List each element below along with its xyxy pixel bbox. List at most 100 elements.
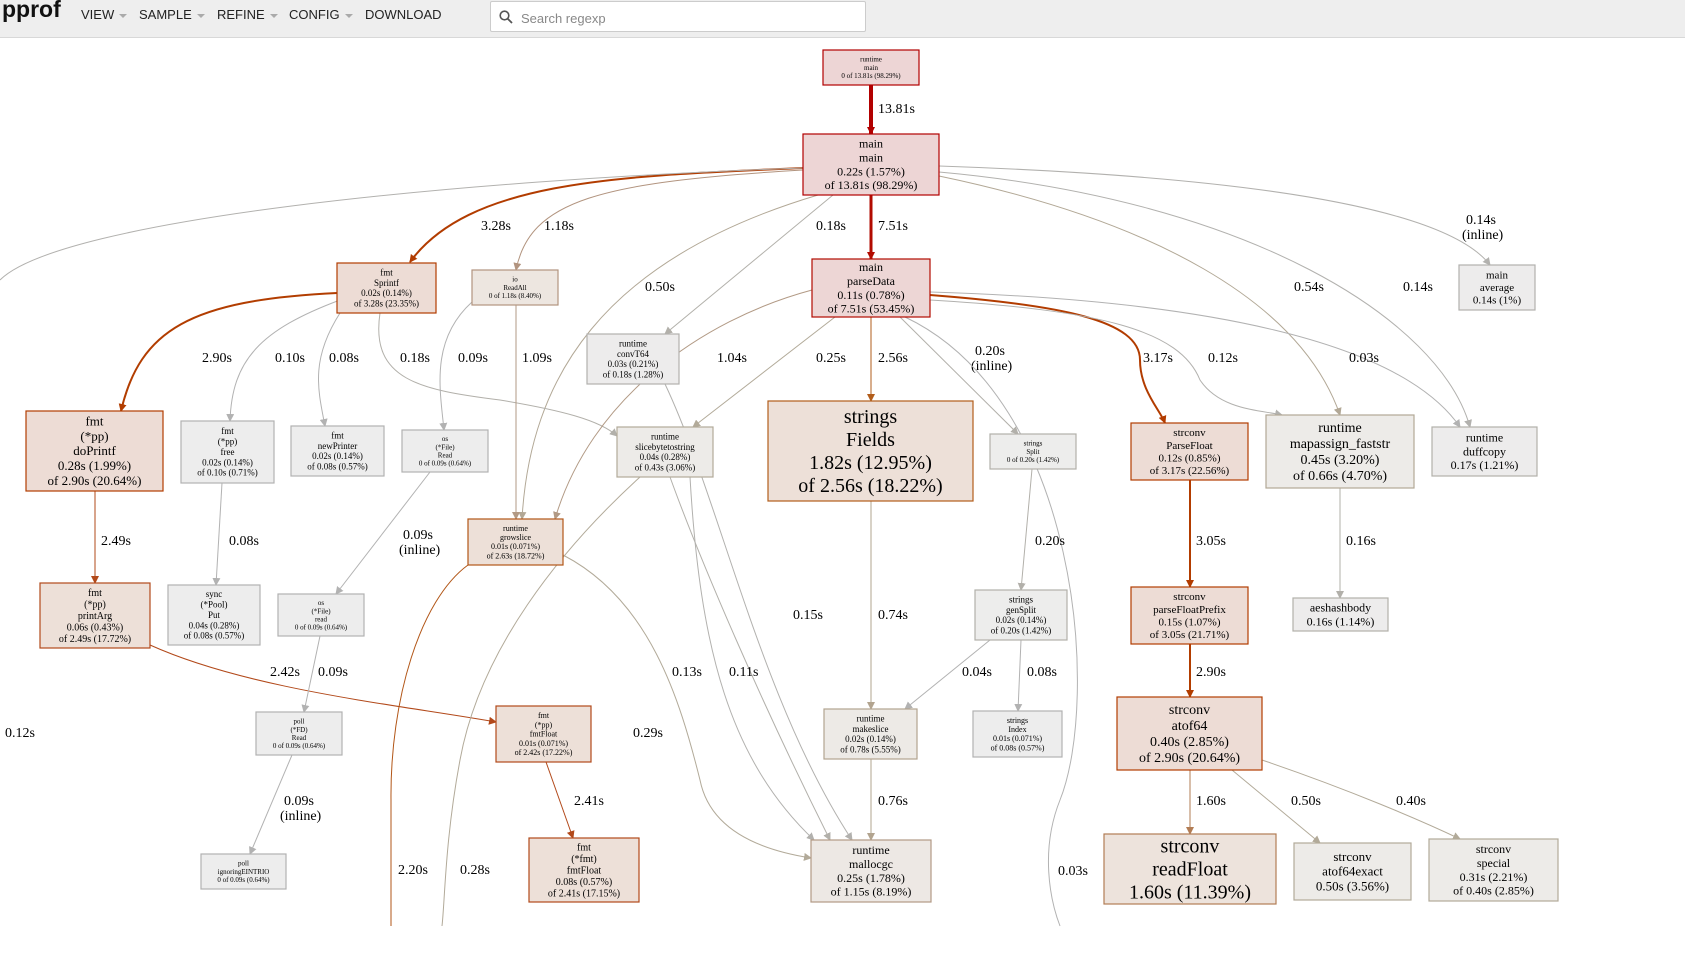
node-label: of 3.28s (23.35%) — [354, 298, 419, 308]
edge-parsedata-fields[interactable]: 2.56s — [867, 317, 908, 402]
node-label: parseData — [847, 274, 896, 288]
node-runtime-convt64[interactable]: runtimeconvT640.03s (0.21%)of 0.18s (1.2… — [586, 333, 680, 385]
edge-free-put[interactable]: 0.08s — [212, 482, 259, 586]
menu-download[interactable]: DOWNLOAD — [365, 7, 442, 22]
node-strconv-atof64[interactable]: strconvatof640.40s (2.85%)of 2.90s (20.6… — [1116, 696, 1263, 771]
chevron-down-icon — [269, 13, 278, 18]
edge-parsefloat-prefix[interactable]: 3.05s — [1186, 480, 1226, 588]
edge-main-mapassign[interactable]: 0.54s — [938, 175, 1342, 416]
node-label: duffcopy — [1463, 444, 1506, 458]
node-sync-pool-put[interactable]: sync(*Pool)Put0.04s (0.28%)of 0.08s (0.5… — [167, 584, 261, 646]
node-fmt-pp-free[interactable]: fmt(*pp)free0.02s (0.14%)of 0.10s (0.71%… — [180, 420, 275, 484]
edge-gensplit-makeslice[interactable]: 0.04s — [904, 639, 992, 710]
node-fmt-pp-doprintf[interactable]: fmt(*pp)doPrintf0.28s (1.99%)of 2.90s (2… — [25, 410, 164, 492]
edge-split-gensplit[interactable]: 0.20s — [1017, 468, 1065, 591]
node-label: 1.60s (11.39%) — [1129, 882, 1251, 904]
edge-atof64-readfloat[interactable]: 1.60s — [1186, 770, 1226, 835]
node-label: strings — [1024, 440, 1043, 448]
edge-readall-growslice[interactable]: 1.09s — [512, 305, 552, 520]
menu-refine[interactable]: REFINE — [217, 7, 278, 22]
node-strings-index[interactable]: stringsIndex0.01s (0.071%)of 0.08s (0.57… — [972, 710, 1063, 758]
edge-main-duffcopy[interactable]: 0.14s — [938, 171, 1472, 428]
edge-makeslice-mallocgc[interactable]: 0.76s — [867, 759, 908, 841]
node-strconv-atof64exact[interactable]: strconvatof64exact0.50s (3.56%) — [1293, 842, 1412, 901]
node-main-parsedata[interactable]: mainparseData0.11s (0.78%)of 7.51s (53.4… — [811, 258, 931, 318]
node-label: of 0.43s (3.06%) — [635, 462, 696, 472]
node-label: of 2.90s (20.64%) — [48, 473, 142, 488]
node-label: 0 of 13.81s (98.29%) — [841, 72, 901, 80]
node-runtime-mallocgc[interactable]: runtimemallocgc0.25s (1.78%)of 1.15s (8.… — [810, 839, 932, 903]
edge-slicebyte-mallocgc2[interactable]: 0.11s — [689, 476, 815, 841]
edge-growslice-down[interactable]: 2.20s — [390, 564, 469, 926]
node-fmt-sprintf[interactable]: fmtSprintf0.02s (0.14%)of 3.28s (23.35%) — [336, 262, 437, 314]
node-strconv-parsefloatprefix[interactable]: strconvparseFloatPrefix0.15s (1.07%)of 3… — [1130, 586, 1249, 645]
node-label: Split — [1026, 448, 1039, 456]
edge-fields-makeslice[interactable]: 0.74s — [867, 501, 908, 710]
edge-atof64-exact[interactable]: 0.50s — [1231, 769, 1321, 844]
node-runtime-main[interactable]: runtimemain0 of 13.81s (98.29%) — [822, 49, 920, 86]
edge-printarg-fmtfloat[interactable]: 2.42s — [149, 644, 497, 725]
node-label: sync — [206, 589, 223, 599]
node-strings-split[interactable]: stringsSplit0 of 0.20s (1.42%) — [989, 433, 1077, 470]
edge-sprintf-newprinter[interactable]: 0.08s — [318, 312, 359, 427]
node-io-readall[interactable]: ioReadAll0 of 1.18s (8.40%) — [471, 269, 559, 306]
menu-config[interactable]: CONFIG — [289, 7, 353, 22]
edge-label: 0.74s — [878, 608, 908, 623]
node-runtime-mapassign[interactable]: runtimemapassign_faststr0.45s (3.20%)of … — [1265, 414, 1415, 489]
node-strings-fields[interactable]: stringsFields1.82s (12.95%)of 2.56s (18.… — [767, 400, 974, 502]
edge-growslice-mallocgc[interactable]: 0.29s — [562, 554, 812, 861]
node-runtime-growslice[interactable]: runtimegrowslice0.01s (0.071%)of 2.63s (… — [467, 518, 564, 566]
node-fmt-pp-fmtfloat[interactable]: fmt(*pp)fmtFloat0.01s (0.071%)of 2.42s (… — [495, 705, 592, 763]
node-strconv-parsefloat[interactable]: strconvParseFloat0.12s (0.85%)of 3.17s (… — [1130, 422, 1249, 481]
node-label: (*Pool) — [201, 600, 228, 610]
node-runtime-slicebytetostring[interactable]: runtimeslicebytetostring0.04s (0.28%)of … — [616, 426, 714, 478]
node-os-file-read-lower[interactable]: os(*File)read0 of 0.09s (0.64%) — [277, 593, 365, 637]
edge-doprintf-printarg[interactable]: 2.49s — [91, 491, 131, 584]
edge-main-parsedata[interactable]: 7.51s — [867, 195, 908, 260]
menu-sample[interactable]: SAMPLE — [139, 7, 205, 22]
edge-label: 0.18s — [816, 219, 846, 234]
edge-main-sprintf[interactable]: 3.28s — [409, 167, 804, 263]
node-strings-gensplit[interactable]: stringsgenSplit0.02s (0.14%)of 0.20s (1.… — [974, 589, 1068, 641]
node-strconv-special[interactable]: strconvspecial0.31s (2.21%)of 0.40s (2.8… — [1428, 838, 1559, 902]
edge-prefix-atof64[interactable]: 2.90s — [1186, 644, 1226, 698]
edge-sprintf-slicebyte[interactable]: 0.18s — [378, 312, 618, 437]
edge-rt-main[interactable]: 13.81s — [867, 85, 915, 135]
edge-pollread-ignoring[interactable]: 0.09s (inline) — [249, 754, 322, 855]
edge-label: 0.20s (inline) — [971, 344, 1013, 374]
edge-label: 0.28s — [460, 863, 490, 878]
edge-readall-osread[interactable]: 0.09s — [439, 301, 488, 431]
node-label: atof64 — [1172, 719, 1208, 734]
edge-label: 2.20s — [398, 863, 428, 878]
call-graph: 13.81s 3.28s 1.18s 0.18s 7.51s 0.50s 0.14s (inl… — [0, 49, 1559, 927]
node-main-average[interactable]: mainaverage0.14s (1%) — [1458, 264, 1536, 311]
menu-view[interactable]: VIEW — [81, 7, 128, 22]
edge-mapassign-aeshash[interactable]: 0.16s — [1336, 488, 1376, 599]
node-label: mapassign_faststr — [1290, 437, 1391, 452]
node-runtime-duffcopy[interactable]: runtimeduffcopy0.17s (1.21%) — [1431, 426, 1538, 477]
node-strconv-readfloat[interactable]: strconvreadFloat1.60s (11.39%) — [1103, 833, 1277, 905]
edge-fmtfloat-fmtfloat[interactable]: 2.41s — [545, 761, 604, 839]
menu-view-label: VIEW — [81, 7, 115, 22]
node-fmt-fmt-fmtfloat[interactable]: fmt(*fmt)fmtFloat0.08s (0.57%)of 2.41s (… — [528, 837, 640, 903]
node-poll-ignoringeintrio[interactable]: pollignoringEINTRIO0 of 0.09s (0.64%) — [200, 853, 287, 890]
node-os-file-read[interactable]: os(*File)Read0 of 0.09s (0.64%) — [401, 429, 489, 473]
edge-label: 0.10s — [275, 351, 305, 366]
edge-gensplit-index[interactable]: 0.08s — [1014, 639, 1057, 712]
edge-sprintf-free[interactable]: 0.10s — [226, 299, 341, 422]
node-label: (*pp) — [80, 428, 108, 443]
edge-main-average[interactable]: 0.14s (inline) — [938, 165, 1504, 266]
node-label: strconv — [1173, 591, 1206, 603]
node-poll-fd-read[interactable]: poll(*FD)Read0 of 0.09s (0.64%) — [255, 711, 343, 756]
node-label: 0.04s (0.28%) — [640, 452, 691, 462]
node-fmt-pp-printarg[interactable]: fmt(*pp)printArg0.06s (0.43%)of 2.49s (1… — [39, 582, 151, 649]
node-aeshashbody[interactable]: aeshashbody0.16s (1.14%) — [1292, 597, 1389, 632]
edge-osread-read[interactable]: 0.09s (inline) — [335, 471, 441, 595]
search-box[interactable] — [490, 1, 866, 32]
search-input[interactable] — [519, 6, 859, 30]
node-label: Sprintf — [374, 278, 399, 288]
node-fmt-newprinter[interactable]: fmtnewPrinter0.02s (0.14%)of 0.08s (0.57… — [290, 425, 385, 477]
edge-osread2-pollread[interactable]: 0.09s — [301, 635, 348, 713]
node-main-main[interactable]: mainmain0.22s (1.57%)of 13.81s (98.29%) — [802, 133, 940, 196]
node-runtime-makeslice[interactable]: runtimemakeslice0.02s (0.14%)of 0.78s (5… — [823, 708, 918, 760]
